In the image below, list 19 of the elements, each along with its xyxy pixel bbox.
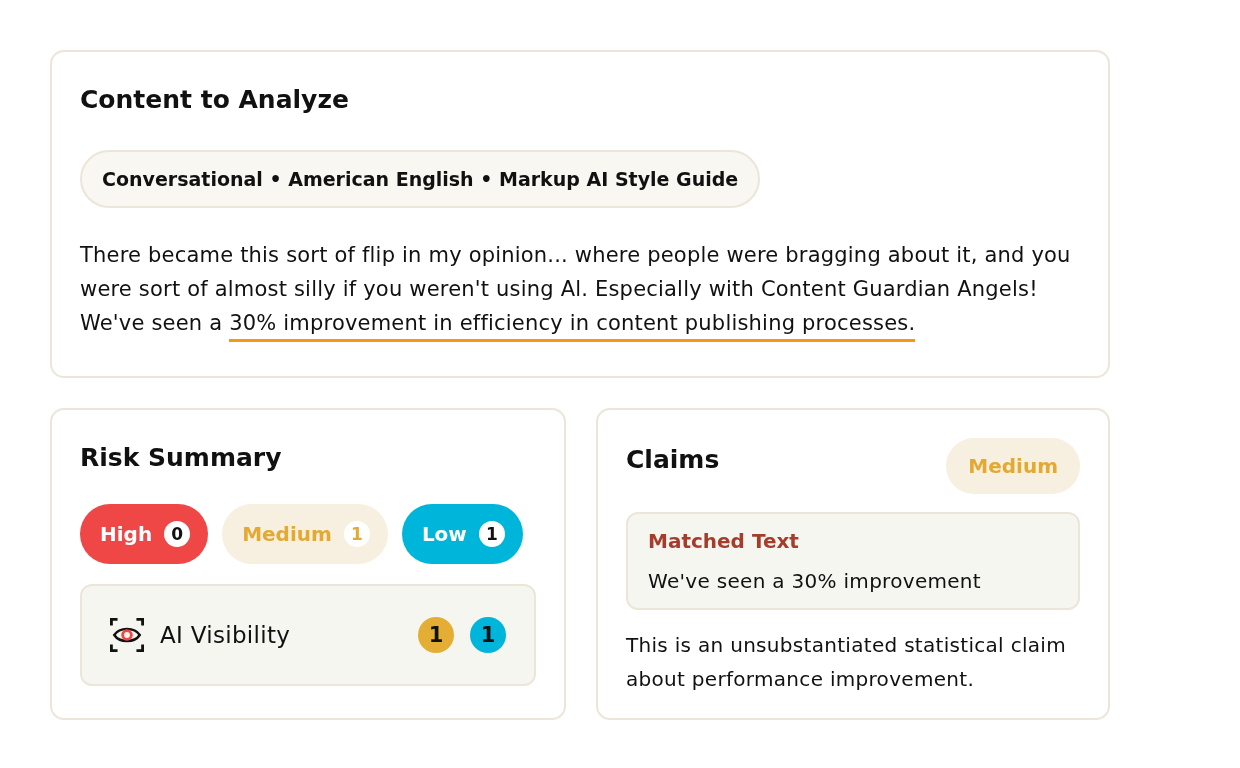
risk-count-badge: 1 — [470, 617, 506, 653]
eye-icon — [110, 618, 144, 652]
risk-count-badge: 1 — [418, 617, 454, 653]
risk-count-badge: 1 — [478, 521, 505, 547]
category-label: AI Visibility — [160, 622, 292, 648]
claim-description: This is an unsubstantiated statistical claim about performance improvement. — [626, 632, 1067, 693]
risk-level-label: High — [100, 522, 153, 546]
matched-text-label: Matched Text — [648, 528, 800, 555]
risk-level-label: Medium — [242, 522, 332, 546]
matched-text: We've seen a 30% improvement — [648, 568, 982, 595]
style-settings-chip: Conversational • American English • Markup AI Style Guide — [80, 150, 761, 208]
severity-badge: Medium — [946, 438, 1080, 494]
content-paragraph: There became this sort of flip in my opinion... where people were bragging about it, and you were sort of almost silly if you weren't using Al. Especially with Content Guardian Angels! We've seen a 30% improvement in efficiency in content publishing processes. — [80, 238, 1080, 348]
card-title: Claims — [626, 444, 720, 476]
risk-level-label: Low — [421, 522, 467, 546]
risk-count-badge: 1 — [343, 521, 370, 547]
risk-count-badge: 0 — [164, 521, 191, 547]
card-title: Content to Analyze — [80, 84, 350, 116]
card-title: Risk Summary — [80, 442, 283, 474]
